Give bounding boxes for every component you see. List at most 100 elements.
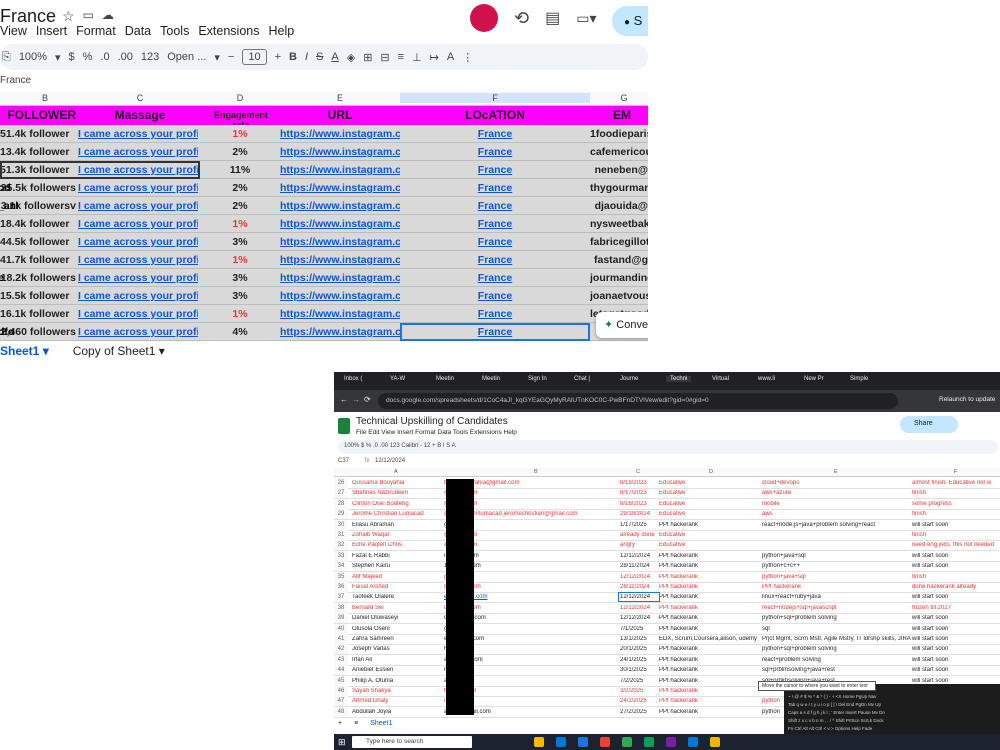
follower-cell[interactable]: 15.5k followers [0,290,70,302]
name-cell[interactable]: Bernard Sei [352,605,442,611]
skills-cell[interactable]: aws [762,511,912,517]
date-cell[interactable]: 13/1/2025 [620,636,660,642]
engagement-cell[interactable]: 3% [205,290,275,302]
tab-sheet1[interactable]: Sheet1 [370,720,392,727]
message-link[interactable]: I came across your profile and [78,146,198,158]
on-screen-keyboard[interactable]: ~ ! @ # $ % ^ & * ( ) - + <X Home PgUp N… [784,684,1000,734]
col-letter-d[interactable]: D [709,469,713,475]
date-cell[interactable]: 20/1/2025 [620,646,660,652]
skills-cell[interactable]: sql+prblmsolving+java+rest [762,667,912,673]
taskbar-app-icon[interactable] [710,737,720,747]
status-cell[interactable]: will start soon [912,594,1000,600]
date-cell[interactable]: already done [620,532,660,538]
taskbar-app-icon[interactable] [556,737,566,747]
menu-data[interactable]: Data [125,24,151,38]
tab-sheet1[interactable]: Sheet1 ▾ [0,344,49,358]
row-number[interactable]: 42 [334,644,348,655]
platform-cell[interactable]: Educative [659,532,759,538]
status-cell[interactable]: almost finish. Educative not w [912,480,1000,486]
platform-cell[interactable]: PPt hackerank [659,626,759,632]
date-cell[interactable]: 8/18/2023 [620,480,660,486]
table-row[interactable]: 35.5k followersI came across your profil… [0,179,648,197]
name-cell[interactable]: Joseph Varlas [352,646,442,652]
date-cell[interactable]: 8/17/2023 [620,490,660,496]
table-row[interactable]: 33Fazal E Rabbii@gmail.com12/12/2024PPt … [334,550,1000,562]
row-number[interactable]: 26 [334,478,348,488]
decrease-decimal-button[interactable]: .0 [100,51,109,63]
col-letter-e[interactable]: E [834,469,838,475]
platform-cell[interactable]: PPt hackerank [659,574,759,580]
message-link[interactable]: I came across your profile and [78,200,198,212]
url-link[interactable]: https://www.instagram.com/ [280,326,400,338]
name-cell[interactable]: Olusola Oseni [352,626,442,632]
location-link[interactable]: France [400,218,590,230]
platform-cell[interactable]: PPt hackerank [659,594,759,600]
table-row[interactable]: 37Taofeek Olaleree06@gmail.com12/12/2024… [334,592,1000,604]
currency-button[interactable]: $ [68,51,74,63]
taskbar-app-icon[interactable] [534,737,544,747]
platform-cell[interactable]: PPt hackerank [659,563,759,569]
location-link[interactable]: France [400,290,590,302]
zoom-select[interactable]: 100% [19,51,47,63]
browser-tab[interactable]: Journe [620,376,638,382]
date-cell[interactable]: 12/12/2024 [620,605,660,611]
header-follower[interactable]: FOLLOWER [0,108,76,122]
browser-tab[interactable]: Sign In [528,376,547,382]
email-cell[interactable]: jourmandinet [590,272,648,284]
message-link[interactable]: I came across your profile and [78,326,198,338]
comments-icon[interactable]: ▤ [545,8,560,28]
skills-cell[interactable]: mobile [762,501,912,507]
table-row[interactable]: 18.4k followers I came across your profil… [0,215,648,233]
platform-cell[interactable]: Educative [659,501,759,507]
header-email[interactable]: EM [596,108,648,122]
url-link[interactable]: https://www.instagram.com/l [280,308,400,320]
table-row[interactable]: 2,460 followersI came across your profil… [0,323,648,341]
fill-color-icon[interactable]: ◈ [347,51,355,64]
convert-suggestion-chip[interactable]: ✦ Conve [596,312,648,338]
borders-icon[interactable]: ⊞ [363,51,372,64]
date-cell[interactable]: 7/1/2025 [620,626,660,632]
date-cell[interactable]: 7/2/2025 [620,678,660,684]
date-cell[interactable]: 8/16/2023 [620,501,660,507]
email-cell[interactable]: neneben@ [590,164,648,176]
menu-tools[interactable]: Tools [160,24,189,38]
keyboard-row[interactable]: Tab q w e r t y u i o p [ ] \ Del End Pg… [788,702,881,707]
platform-cell[interactable]: PPt hackerank [659,584,759,590]
skills-cell[interactable]: react+problem solving [762,657,912,663]
url-link[interactable]: https://www.instagram.com/j [280,290,400,302]
name-cell[interactable]: Zahra Samreen [352,636,442,642]
relaunch-button[interactable]: Relaunch to update [939,396,995,403]
status-cell[interactable]: done hackerank already [912,584,1000,590]
message-link[interactable]: I came across your profile and [78,308,198,320]
url-link[interactable]: https://www.instagram.com/c [280,146,400,158]
engagement-cell[interactable]: 4% [205,326,275,338]
tab-copy-of-sheet1[interactable]: Copy of Sheet1 ▾ [73,344,165,358]
keyboard-row[interactable]: ~ ! @ # $ % ^ & * ( ) - + <X Home PgUp N… [788,694,876,699]
paint-format-icon[interactable]: ⎘ [2,51,11,64]
status-cell[interactable]: will start soon [912,636,1000,642]
table-row[interactable]: 18.2k followersI came across your profil… [0,269,648,287]
date-cell[interactable]: 24/2/2025 [620,698,660,704]
meet-icon[interactable]: ▭▾ [576,10,596,27]
share-button[interactable]: Share [900,416,958,433]
url-link[interactable]: https://www.instagram.com/c [280,200,400,212]
platform-cell[interactable]: PPt hackerank [659,678,759,684]
platform-cell[interactable]: PPt hackerank [659,522,759,528]
status-cell[interactable]: will start soon [912,667,1000,673]
table-row[interactable]: 28Clinton Osei Boateng@gmail.com8/16/202… [334,498,1000,510]
browser-tab[interactable]: Inbox ( [344,376,362,382]
status-cell[interactable]: finish [912,532,1000,538]
email-cell[interactable]: djaouida@ [590,200,648,212]
formatting-toolbar[interactable]: 100% $ % .0 .00 123 Calibri - 12 + B I S… [338,440,998,454]
skills-cell[interactable]: Prjct Mgmt, Scrm Mstr, Agile Mstry, IT l… [762,636,912,642]
rotate-icon[interactable]: A [447,51,454,63]
location-link[interactable]: France [400,164,590,176]
row-number[interactable]: 43 [334,654,348,665]
col-letter-f[interactable]: F [400,93,590,103]
message-link[interactable]: I came across your profile and [78,290,198,302]
email-cell[interactable]: fabricegillotte [590,236,648,248]
location-link[interactable]: France [400,272,590,284]
message-link[interactable]: I came across your profile and [78,218,198,230]
text-color-icon[interactable]: A [331,51,338,63]
location-link[interactable]: France [400,254,590,266]
